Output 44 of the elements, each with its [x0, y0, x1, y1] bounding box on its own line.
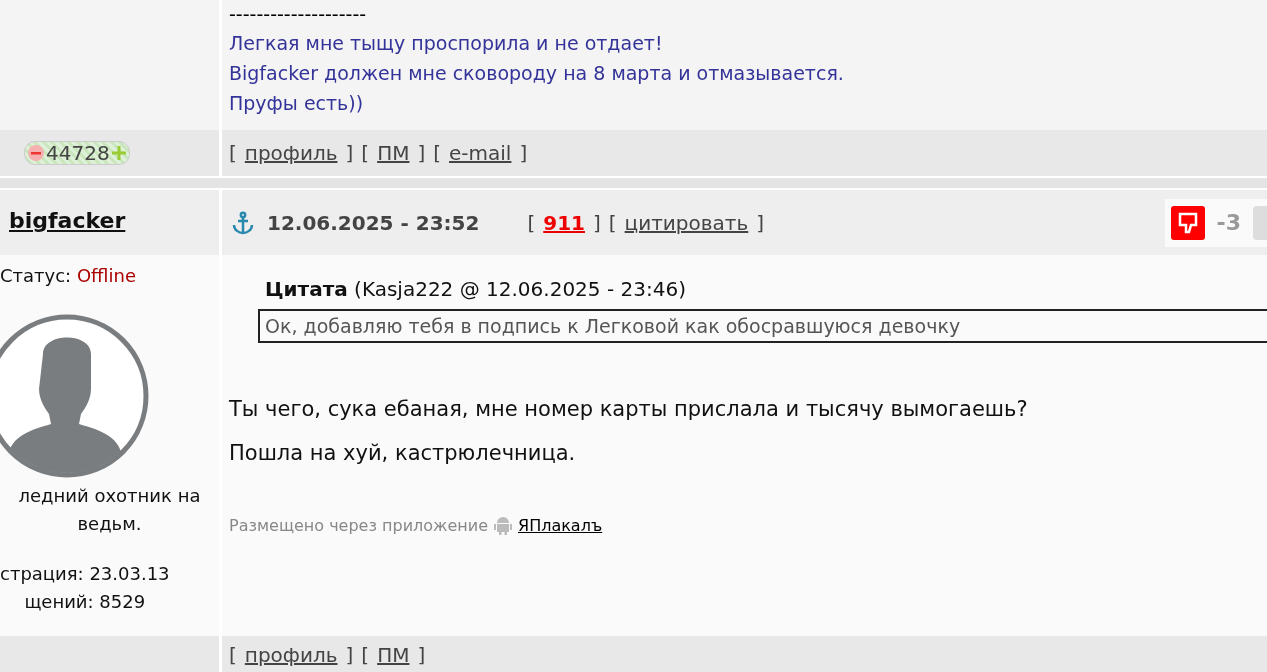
message-line: Пошла на хуй, кастрюлечница.: [229, 440, 577, 467]
reply-count-link[interactable]: 911: [543, 210, 585, 235]
text-link[interactable]: e-mail: [449, 141, 512, 165]
bracket: ]: [519, 141, 528, 165]
user-title: ведьм.: [76, 512, 143, 536]
user-info: страция: 23.03.13: [0, 562, 170, 586]
signature-line: Пруфы есть)): [229, 91, 365, 116]
bracket: [: [433, 141, 442, 165]
bracket: ]: [756, 210, 765, 235]
minus-icon[interactable]: [28, 145, 44, 161]
bracket: [: [361, 141, 370, 165]
signature-line: Легкая мне тыщу проспорила и не отдает!: [229, 31, 664, 56]
bracket: [: [527, 210, 536, 235]
bracket: [: [229, 141, 237, 165]
reputation-count: 44728: [46, 141, 110, 165]
bracket: ]: [417, 141, 426, 165]
message-line: Ты чего, сука ебаная, мне номер карты прислала и тысячу вымогаешь?: [229, 396, 1029, 423]
posted-via-text: Размещено через приложение: [229, 515, 488, 535]
quote-text: Ок, добавляю тебя в подпись к Легковой как обосравшуюся девочку: [258, 309, 1267, 343]
bracket: [: [361, 642, 370, 667]
text-link[interactable]: профиль: [244, 141, 338, 165]
bracket: ]: [345, 141, 354, 165]
bracket: [: [229, 642, 237, 667]
user-info: щений: 8529: [23, 590, 147, 614]
text-link[interactable]: ПМ: [377, 642, 410, 667]
android-icon: [494, 515, 512, 535]
anchor-icon[interactable]: [231, 210, 255, 235]
text-link[interactable]: цитировать: [624, 210, 749, 235]
thumbs-down-icon[interactable]: [1170, 205, 1205, 240]
bracket: ]: [345, 642, 354, 667]
quote-header: Цитата (Kasja222 @ 12.06.2025 - 23:46): [265, 276, 687, 303]
rating-score: -3: [1216, 210, 1241, 235]
post-date: 12.06.2025 - 23:52: [267, 210, 480, 235]
status-value: Offline: [76, 265, 136, 286]
text-link[interactable]: профиль: [244, 642, 338, 667]
bracket: ]: [593, 210, 601, 235]
signature-rule: --------------------: [229, 2, 368, 26]
text-link[interactable]: ПМ: [377, 141, 410, 165]
status-label: Статус:: [0, 265, 72, 286]
bracket: [: [608, 210, 617, 235]
signature-line: Bigfacker должен мне сковороду на 8 марта и отмазывается.: [229, 61, 845, 86]
bracket: ]: [417, 642, 426, 667]
user-title: ледний охотник на: [18, 484, 201, 508]
app-link[interactable]: ЯПлакалъ: [518, 515, 603, 535]
